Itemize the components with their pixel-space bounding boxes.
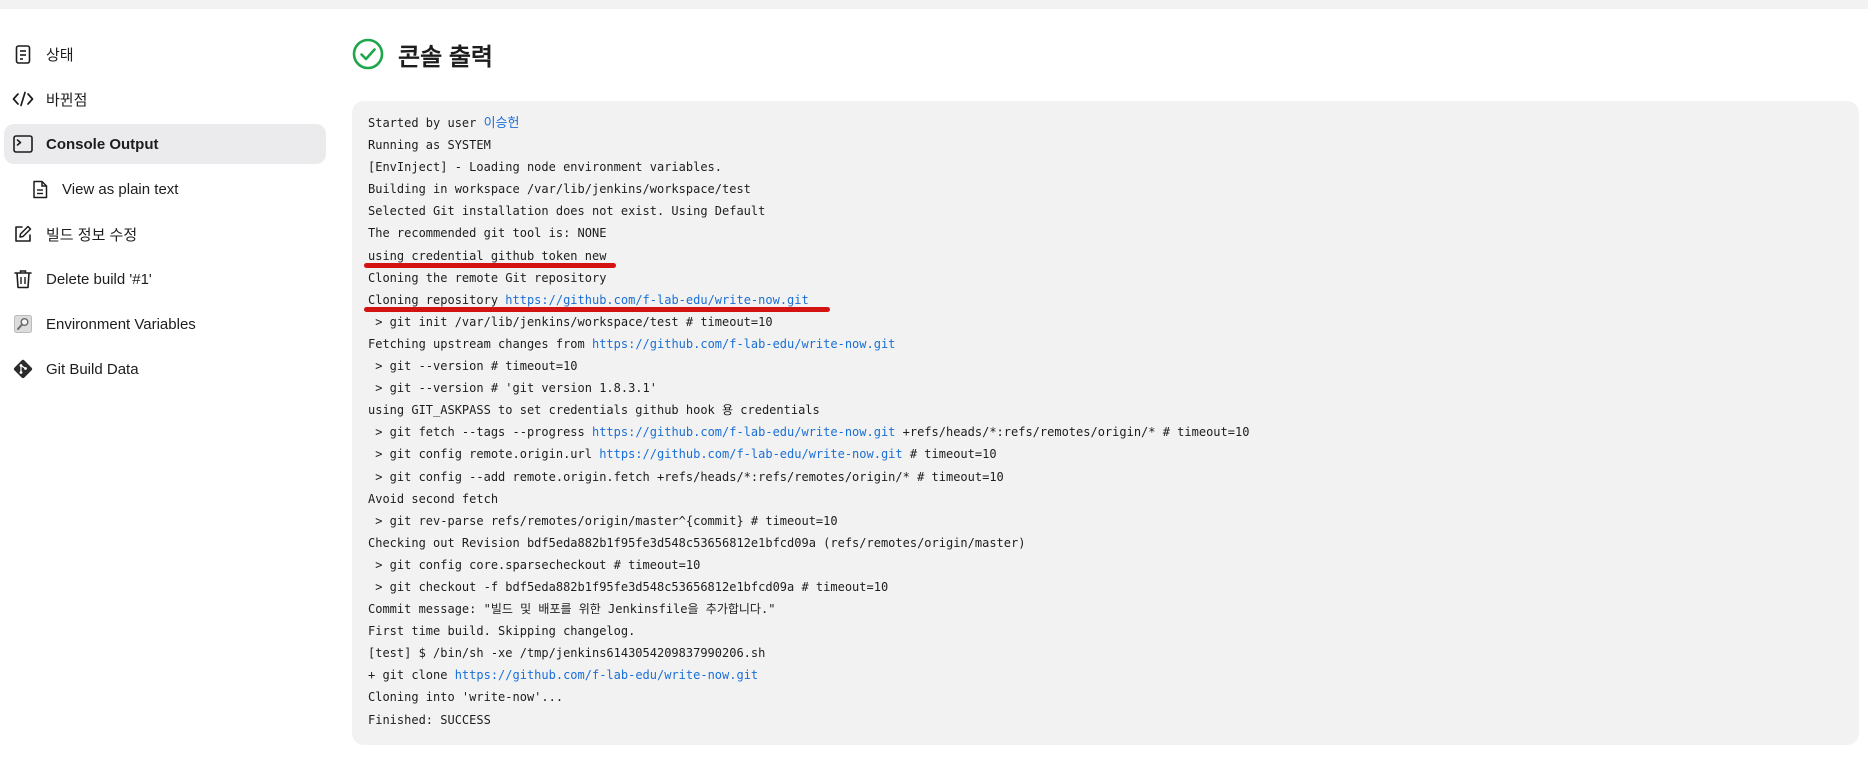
sidebar-item-environment-variables[interactable]: Environment Variables (4, 304, 326, 344)
sidebar-item-edit-build-info[interactable]: 빌드 정보 수정 (4, 214, 326, 254)
console-line: Building in workspace /var/lib/jenkins/w… (368, 182, 751, 197)
sidebar-item-delete-build[interactable]: Delete build '#1' (4, 259, 326, 299)
console-line: Cloning the remote Git repository (368, 270, 607, 285)
console-line: Fetching upstream changes from https://g… (368, 336, 896, 351)
page-heading: 콘솔 출력 (398, 43, 493, 71)
console-line: + git clone https://github.com/f-lab-edu… (368, 668, 759, 683)
sidebar-item-label: Git Build Data (46, 360, 139, 378)
terminal-icon (11, 134, 35, 154)
document-icon (11, 44, 35, 64)
sidebar-item-label: 바뀐점 (46, 91, 88, 109)
console-line: > git --version # 'git version 1.8.3.1' (368, 381, 657, 396)
sidebar: 상태 바뀐점 Console Output View as plain text… (0, 34, 330, 394)
console-line: using GIT_ASKPASS to set credentials git… (368, 403, 820, 418)
sidebar-item-changes[interactable]: 바뀐점 (4, 79, 326, 119)
code-icon (11, 89, 35, 109)
console-line: [test] $ /bin/sh -xe /tmp/jenkins6143054… (368, 646, 766, 661)
console-line: using credential github token new (364, 245, 1843, 268)
user-link[interactable]: 이승헌 (484, 116, 520, 131)
repository-link[interactable]: https://github.com/f-lab-edu/write-now.g… (592, 337, 895, 351)
sidebar-item-label: Console Output (46, 135, 159, 153)
console-line: > git checkout -f bdf5eda882b1f95fe3d548… (368, 579, 889, 594)
repository-link[interactable]: https://github.com/f-lab-edu/write-now.g… (592, 425, 895, 439)
console-line: Checking out Revision bdf5eda882b1f95fe3… (368, 535, 1026, 550)
edit-icon (11, 224, 35, 244)
success-check-icon (352, 38, 384, 70)
console-line: > git rev-parse refs/remotes/origin/mast… (368, 513, 838, 528)
console-line: [EnvInject] - Loading node environment v… (368, 160, 723, 175)
trash-icon (11, 269, 35, 289)
console-line: Started by user 이승헌 (368, 116, 520, 131)
sidebar-item-label: View as plain text (62, 180, 179, 198)
top-bar (0, 0, 1868, 9)
repository-link[interactable]: https://github.com/f-lab-edu/write-now.g… (505, 293, 808, 307)
console-line: The recommended git tool is: NONE (368, 226, 607, 241)
sidebar-item-git-build-data[interactable]: Git Build Data (4, 349, 326, 389)
console-line: > git config remote.origin.url https://g… (368, 447, 997, 462)
sidebar-item-status[interactable]: 상태 (4, 34, 326, 74)
console-line: Running as SYSTEM (368, 138, 491, 153)
sidebar-item-label: 상태 (46, 46, 74, 64)
sidebar-item-label: 빌드 정보 수정 (46, 226, 138, 244)
console-line: Cloning repository https://github.com/f-… (364, 289, 1843, 312)
console-line: > git config core.sparsecheckout # timeo… (368, 557, 701, 572)
console-line: Commit message: "빌드 및 배포를 위한 Jenkinsfile… (368, 602, 776, 617)
console-line: Finished: SUCCESS (368, 712, 491, 727)
console-line: > git --version # timeout=10 (368, 359, 578, 374)
sidebar-item-console-output[interactable]: Console Output (4, 124, 326, 164)
sidebar-item-label: Environment Variables (46, 315, 196, 333)
console-line: > git config --add remote.origin.fetch +… (368, 469, 1004, 484)
console-output: Started by user 이승헌 Running as SYSTEM [E… (352, 101, 1859, 745)
magnifier-icon (11, 314, 35, 334)
sidebar-item-label: Delete build '#1' (46, 270, 152, 288)
repository-link[interactable]: https://github.com/f-lab-edu/write-now.g… (599, 447, 902, 461)
page-title: 콘솔 출력 (352, 36, 493, 72)
file-text-icon (28, 179, 52, 199)
git-icon (11, 359, 35, 379)
console-line: Avoid second fetch (368, 491, 499, 506)
sidebar-item-view-plain-text[interactable]: View as plain text (4, 169, 326, 209)
console-line: Selected Git installation does not exist… (368, 204, 766, 219)
console-line: > git init /var/lib/jenkins/workspace/te… (368, 314, 773, 329)
console-line: First time build. Skipping changelog. (368, 624, 636, 639)
console-line: > git fetch --tags --progress https://gi… (368, 425, 1250, 440)
repository-link[interactable]: https://github.com/f-lab-edu/write-now.g… (455, 668, 758, 682)
console-line: Cloning into 'write-now'... (368, 690, 564, 705)
